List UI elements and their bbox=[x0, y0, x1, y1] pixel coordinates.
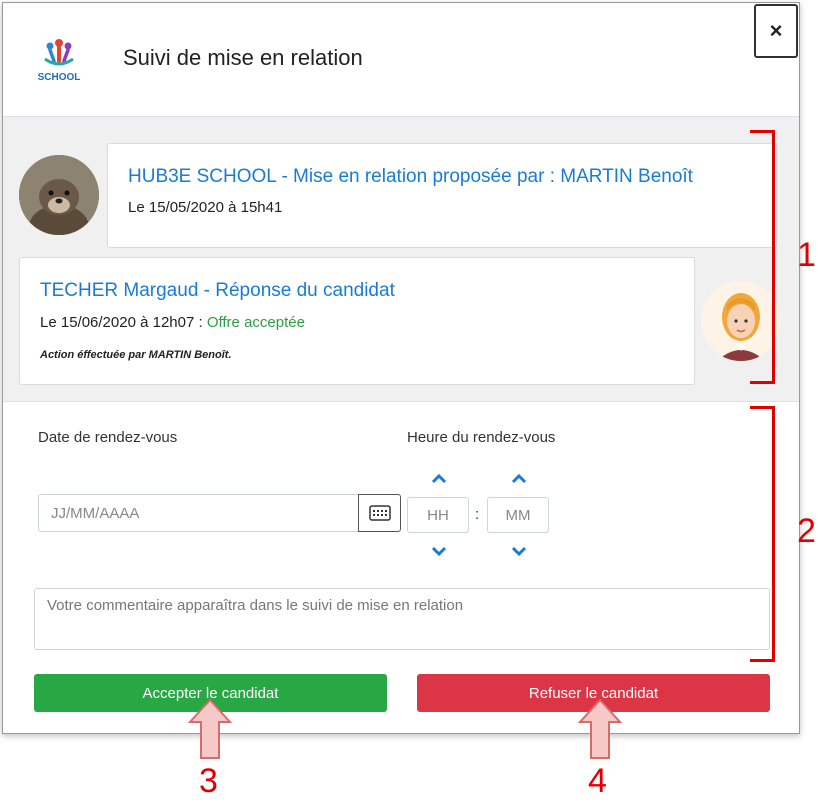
chevron-down-icon bbox=[511, 546, 527, 556]
chevron-down-icon bbox=[431, 546, 447, 556]
calendar-button[interactable] bbox=[358, 494, 401, 532]
time-label: Heure du rendez-vous bbox=[407, 429, 556, 446]
chevron-up-icon bbox=[431, 474, 447, 484]
chevron-up-icon bbox=[511, 474, 527, 484]
entry-note: Action éffectuée par MARTIN Benoît. bbox=[40, 349, 232, 361]
entry-title: HUB3E SCHOOL - Mise en relation proposée… bbox=[128, 166, 693, 187]
hour-up-button[interactable] bbox=[429, 472, 449, 486]
modal-title: Suivi de mise en relation bbox=[123, 45, 363, 70]
recruiter-avatar bbox=[19, 155, 99, 235]
modal-header: SCHOOL Suivi de mise en relation × bbox=[3, 3, 799, 117]
appointment-form: Date de rendez-vous Heure du rendez-vous… bbox=[3, 402, 799, 732]
entry-title: TECHER Margaud - Réponse du candidat bbox=[40, 280, 395, 301]
annotation-number-3: 3 bbox=[199, 762, 218, 800]
relation-timeline: HUB3E SCHOOL - Mise en relation proposée… bbox=[3, 117, 799, 402]
close-button[interactable]: × bbox=[754, 4, 798, 58]
annotation-arrow-up-icon bbox=[578, 698, 622, 759]
annotation-bracket-timeline bbox=[750, 130, 775, 384]
close-icon: × bbox=[769, 18, 783, 43]
school-logo: SCHOOL bbox=[29, 29, 89, 89]
hour-input[interactable] bbox=[407, 497, 469, 533]
svg-text:SCHOOL: SCHOOL bbox=[38, 72, 81, 83]
hour-down-button[interactable] bbox=[429, 544, 449, 558]
minute-input[interactable] bbox=[487, 497, 549, 533]
date-label: Date de rendez-vous bbox=[38, 429, 178, 446]
time-separator: : bbox=[475, 506, 480, 523]
status-offer-accepted: Offre acceptée bbox=[206, 314, 305, 331]
modal-dialog: SCHOOL Suivi de mise en relation × HUB3E… bbox=[2, 2, 800, 734]
annotation-arrow-up-icon bbox=[188, 698, 232, 759]
minute-down-button[interactable] bbox=[509, 544, 529, 558]
timeline-entry-proposal: HUB3E SCHOOL - Mise en relation proposée… bbox=[107, 143, 777, 248]
entry-date-text: Le 15/06/2020 à 12h07 : bbox=[40, 314, 207, 331]
timeline-entry-response: TECHER Margaud - Réponse du candidat Le … bbox=[19, 257, 695, 385]
annotation-number-4: 4 bbox=[588, 762, 607, 800]
annotation-number-1: 1 bbox=[797, 236, 816, 274]
comment-textarea[interactable] bbox=[34, 588, 770, 650]
date-input[interactable] bbox=[38, 494, 358, 532]
entry-date: Le 15/06/2020 à 12h07 : Offre acceptée bbox=[40, 314, 305, 331]
annotation-number-2: 2 bbox=[797, 512, 816, 550]
minute-up-button[interactable] bbox=[509, 472, 529, 486]
annotation-bracket-form bbox=[750, 406, 775, 662]
entry-date: Le 15/05/2020 à 15h41 bbox=[128, 199, 283, 216]
calendar-icon bbox=[368, 505, 391, 521]
